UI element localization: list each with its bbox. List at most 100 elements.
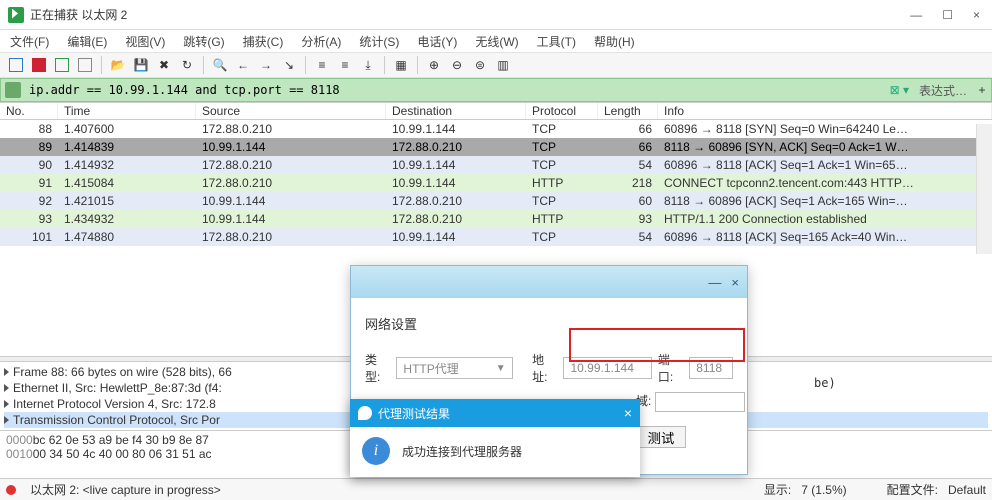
expand-icon[interactable] (4, 368, 9, 376)
go-last-icon[interactable]: ≡ (335, 55, 355, 75)
filter-add-button[interactable]: + (973, 83, 991, 97)
detail-ip[interactable]: Internet Protocol Version 4, Src: 172.8 (13, 397, 216, 411)
find-icon[interactable]: 🔍 (210, 55, 230, 75)
window-title: 正在捕获 以太网 2 (30, 6, 910, 23)
type-value: HTTP代理 (403, 360, 458, 377)
proxy-test-toast: 代理测试结果 × i 成功连接到代理服务器 (350, 399, 640, 477)
toolbar: 📂 💾 ✖ ↻ 🔍 ← → ↘ ≡ ≡ ⤓ ▦ ⊕ ⊖ ⊜ ▥ (0, 52, 992, 78)
scrollbar[interactable] (976, 124, 992, 254)
domain-input[interactable] (655, 392, 745, 412)
col-length[interactable]: Length (598, 103, 658, 119)
packet-row[interactable]: 891.41483910.99.1.144172.88.0.210TCP6681… (0, 138, 992, 156)
detail-tcp[interactable]: Transmission Control Protocol, Src Por (13, 413, 220, 427)
capture-options-icon[interactable] (75, 55, 95, 75)
menu-statistics[interactable]: 统计(S) (359, 33, 399, 50)
packet-row[interactable]: 911.415084172.88.0.21010.99.1.144HTTP218… (0, 174, 992, 192)
menu-analyze[interactable]: 分析(A) (301, 33, 341, 50)
status-profile-value: Default (948, 483, 986, 497)
expand-icon[interactable] (4, 384, 9, 392)
address-label: 地址: (532, 351, 557, 385)
menu-file[interactable]: 文件(F) (10, 33, 49, 50)
packet-row[interactable]: 901.414932172.88.0.21010.99.1.144TCP5460… (0, 156, 992, 174)
zoom-reset-icon[interactable]: ⊜ (470, 55, 490, 75)
dialog-extra: be) 域: 测试 (636, 392, 745, 448)
window-minimize[interactable]: — (910, 8, 922, 22)
open-file-icon[interactable]: 📂 (108, 55, 128, 75)
menu-view[interactable]: 视图(V) (125, 33, 165, 50)
toolbar-sep (203, 56, 204, 74)
status-bar: 以太网 2: <live capture in progress> 显示: 7 … (0, 478, 992, 500)
display-filter-bar: ⊠ ▾ 表达式… + (0, 78, 992, 102)
menu-edit[interactable]: 编辑(E) (67, 33, 107, 50)
hex-addr: 0000 (6, 433, 33, 447)
address-input[interactable]: 10.99.1.144 (563, 357, 651, 379)
toast-close[interactable]: × (624, 405, 632, 421)
menu-go[interactable]: 跳转(G) (183, 33, 224, 50)
toast-title: 代理测试结果 (378, 405, 450, 422)
chevron-down-icon: ▼ (496, 363, 506, 374)
dialog-close[interactable]: × (731, 275, 739, 290)
detail-frame[interactable]: Frame 88: 66 bytes on wire (528 bits), 6… (13, 365, 232, 379)
status-displayed-value: 7 (1.5%) (801, 483, 846, 497)
col-no[interactable]: No. (0, 103, 58, 119)
packet-row[interactable]: 1011.474880172.88.0.21010.99.1.144TCP546… (0, 228, 992, 246)
go-to-icon[interactable]: ↘ (279, 55, 299, 75)
zoom-in-icon[interactable]: ⊕ (424, 55, 444, 75)
restart-capture-icon[interactable] (52, 55, 72, 75)
toolbar-sep (384, 56, 385, 74)
colorize-icon[interactable]: ▦ (391, 55, 411, 75)
type-select[interactable]: HTTP代理 ▼ (396, 357, 512, 379)
port-input[interactable]: 8118 (689, 357, 733, 379)
expression-button[interactable]: 表达式… (913, 82, 973, 99)
filter-clear-icon[interactable]: ⊠ ▾ (886, 83, 913, 97)
status-profile-label: 配置文件: (887, 481, 938, 498)
go-forward-icon[interactable]: → (256, 55, 276, 75)
zoom-out-icon[interactable]: ⊖ (447, 55, 467, 75)
menu-help[interactable]: 帮助(H) (594, 33, 635, 50)
expand-icon[interactable] (4, 400, 9, 408)
menubar: 文件(F) 编辑(E) 视图(V) 跳转(G) 捕获(C) 分析(A) 统计(S… (0, 30, 992, 52)
network-settings-title: 网络设置 (365, 314, 733, 333)
window-maximize[interactable]: ☐ (942, 8, 953, 22)
capture-indicator-icon (6, 485, 16, 495)
col-info[interactable]: Info (658, 103, 992, 119)
display-filter-input[interactable] (25, 81, 886, 99)
start-capture-icon[interactable] (6, 55, 26, 75)
detail-eth[interactable]: Ethernet II, Src: HewlettP_8e:87:3d (f4: (13, 381, 222, 395)
toolbar-sep (417, 56, 418, 74)
toolbar-sep (305, 56, 306, 74)
hex-bytes: 00 34 50 4c 40 00 80 06 31 51 ac (33, 447, 212, 461)
col-protocol[interactable]: Protocol (526, 103, 598, 119)
packet-list[interactable]: 881.407600172.88.0.21010.99.1.144TCP6660… (0, 120, 992, 246)
go-first-icon[interactable]: ≡ (312, 55, 332, 75)
bell-icon (358, 406, 372, 420)
menu-tools[interactable]: 工具(T) (537, 33, 576, 50)
toolbar-sep (101, 56, 102, 74)
col-time[interactable]: Time (58, 103, 196, 119)
stop-capture-icon[interactable] (29, 55, 49, 75)
status-displayed-label: 显示: (764, 481, 791, 498)
dialog-minimize[interactable]: — (708, 275, 721, 290)
resize-cols-icon[interactable]: ▥ (493, 55, 513, 75)
packet-row[interactable]: 881.407600172.88.0.21010.99.1.144TCP6660… (0, 120, 992, 138)
filter-icon[interactable] (5, 82, 21, 98)
go-back-icon[interactable]: ← (233, 55, 253, 75)
type-label: 类型: (365, 351, 390, 385)
menu-capture[interactable]: 捕获(C) (243, 33, 284, 50)
test-button[interactable]: 测试 (636, 426, 686, 448)
packet-list-header: No. Time Source Destination Protocol Len… (0, 102, 992, 120)
col-destination[interactable]: Destination (386, 103, 526, 119)
truncated-text: be) (814, 376, 836, 390)
auto-scroll-icon[interactable]: ⤓ (358, 55, 378, 75)
menu-telephony[interactable]: 电话(Y) (417, 33, 457, 50)
hex-bytes: bc 62 0e 53 a9 be f4 30 b9 8e 87 (33, 433, 209, 447)
menu-wireless[interactable]: 无线(W) (475, 33, 518, 50)
packet-row[interactable]: 921.42101510.99.1.144172.88.0.210TCP6081… (0, 192, 992, 210)
packet-row[interactable]: 931.43493210.99.1.144172.88.0.210HTTP93H… (0, 210, 992, 228)
close-file-icon[interactable]: ✖ (154, 55, 174, 75)
save-file-icon[interactable]: 💾 (131, 55, 151, 75)
reload-icon[interactable]: ↻ (177, 55, 197, 75)
col-source[interactable]: Source (196, 103, 386, 119)
window-close[interactable]: × (973, 8, 980, 22)
expand-icon[interactable] (4, 416, 9, 424)
